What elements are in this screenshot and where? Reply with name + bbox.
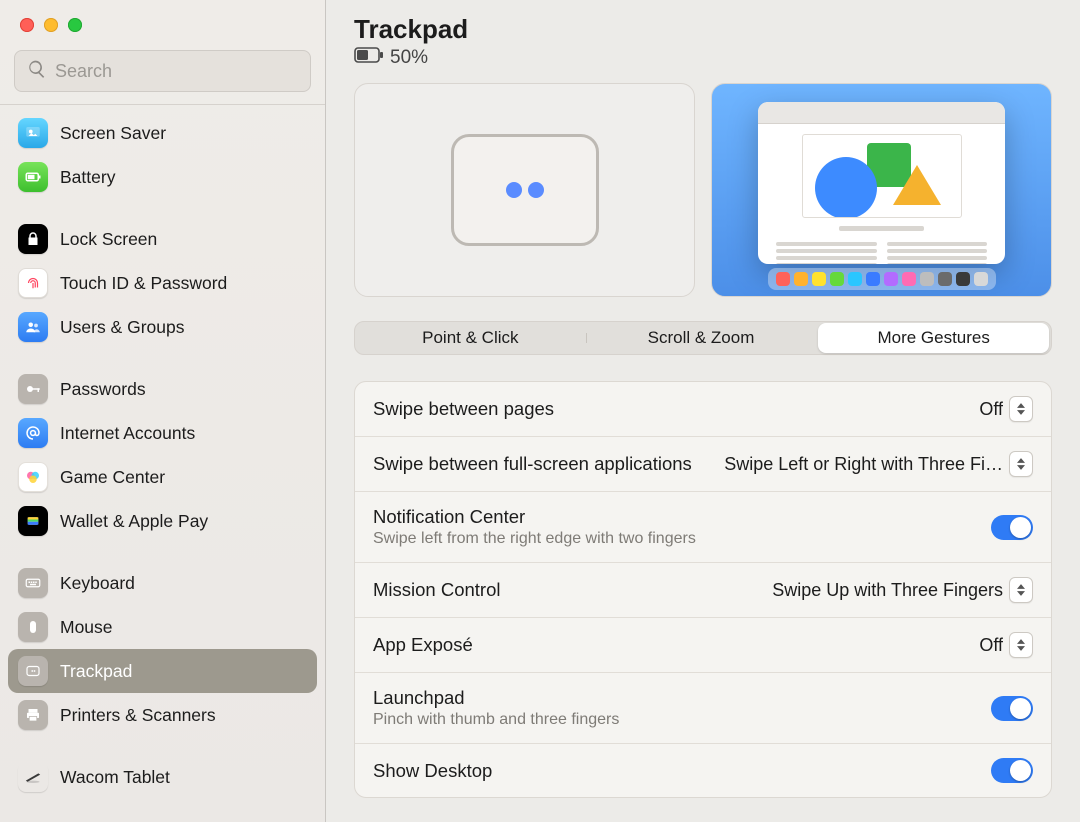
row-value: Off xyxy=(979,635,1003,656)
row-value: Swipe Up with Three Fingers xyxy=(772,580,1003,601)
mouse-icon xyxy=(18,612,48,642)
page-title: Trackpad xyxy=(354,14,1052,45)
sidebar-item-label: Screen Saver xyxy=(60,123,166,144)
fingerprint-icon xyxy=(18,268,48,298)
sidebar-item-mouse[interactable]: Mouse xyxy=(8,605,317,649)
sidebar-item-label: Users & Groups xyxy=(60,317,184,338)
sidebar-item-label: Touch ID & Password xyxy=(60,273,227,294)
row-swipe-pages: Swipe between pages Off xyxy=(355,382,1051,437)
sidebar-item-label: Wallet & Apple Pay xyxy=(60,511,208,532)
tab-more-gestures[interactable]: More Gestures xyxy=(818,323,1049,353)
toggle-switch[interactable] xyxy=(991,696,1033,721)
row-label: Mission Control xyxy=(373,579,754,601)
dock-graphic xyxy=(768,268,996,290)
toggle-switch[interactable] xyxy=(991,758,1033,783)
sidebar-item-label: Trackpad xyxy=(60,661,132,682)
trackpad-battery-indicator: 50% xyxy=(354,47,1052,69)
sidebar-item-battery[interactable]: Battery xyxy=(8,155,317,199)
sidebar-item-label: Printers & Scanners xyxy=(60,705,216,726)
sidebar-item-wacom-tablet[interactable]: Wacom Tablet xyxy=(8,755,317,799)
sidebar: Screen Saver Battery Lock Screen Touch I… xyxy=(0,0,326,822)
row-value: Swipe Left or Right with Three Fi… xyxy=(724,454,1003,475)
toggle-switch[interactable] xyxy=(991,515,1033,540)
content-area: Trackpad 50% xyxy=(326,0,1080,822)
close-window-button[interactable] xyxy=(20,18,34,32)
search-field[interactable] xyxy=(14,50,311,92)
sidebar-item-lock-screen[interactable]: Lock Screen xyxy=(8,217,317,261)
sidebar-item-label: Passwords xyxy=(60,379,146,400)
row-notification-center: Notification Center Swipe left from the … xyxy=(355,492,1051,563)
keyboard-icon xyxy=(18,568,48,598)
row-app-expose: App Exposé Off xyxy=(355,618,1051,673)
gesture-preview-desktop xyxy=(711,83,1052,297)
row-label: Swipe between full-screen applications xyxy=(373,453,706,475)
sidebar-item-internet-accounts[interactable]: Internet Accounts xyxy=(8,411,317,455)
users-icon xyxy=(18,312,48,342)
key-icon xyxy=(18,374,48,404)
settings-list: Swipe between pages Off Swipe between fu… xyxy=(354,381,1052,798)
popup-button[interactable] xyxy=(1009,451,1033,477)
search-icon xyxy=(27,59,55,84)
trackpad-graphic xyxy=(451,134,599,246)
sidebar-item-label: Keyboard xyxy=(60,573,135,594)
screen-saver-icon xyxy=(18,118,48,148)
sidebar-item-label: Lock Screen xyxy=(60,229,157,250)
sidebar-item-keyboard[interactable]: Keyboard xyxy=(8,561,317,605)
battery-icon xyxy=(18,162,48,192)
game-center-icon xyxy=(18,462,48,492)
zoom-window-button[interactable] xyxy=(68,18,82,32)
sidebar-item-label: Battery xyxy=(60,167,115,188)
window-traffic-lights xyxy=(0,0,325,32)
sidebar-item-label: Wacom Tablet xyxy=(60,767,170,788)
gesture-preview-trackpad xyxy=(354,83,695,297)
row-label: Swipe between pages xyxy=(373,398,961,420)
row-value: Off xyxy=(979,399,1003,420)
row-label: Launchpad xyxy=(373,687,973,709)
row-label: Show Desktop xyxy=(373,760,973,782)
sidebar-list: Screen Saver Battery Lock Screen Touch I… xyxy=(0,105,325,822)
row-label: Notification Center xyxy=(373,506,973,528)
tab-scroll-zoom[interactable]: Scroll & Zoom xyxy=(586,328,817,348)
sidebar-item-game-center[interactable]: Game Center xyxy=(8,455,317,499)
row-launchpad: Launchpad Pinch with thumb and three fin… xyxy=(355,673,1051,744)
row-subtitle: Swipe left from the right edge with two … xyxy=(373,530,973,548)
wallet-icon xyxy=(18,506,48,536)
printer-icon xyxy=(18,700,48,730)
row-swipe-fullscreen: Swipe between full-screen applications S… xyxy=(355,437,1051,492)
minimize-window-button[interactable] xyxy=(44,18,58,32)
tab-bar: Point & Click Scroll & Zoom More Gesture… xyxy=(354,321,1052,355)
sidebar-item-printers-scanners[interactable]: Printers & Scanners xyxy=(8,693,317,737)
search-input[interactable] xyxy=(55,61,298,82)
popup-button[interactable] xyxy=(1009,577,1033,603)
row-label: App Exposé xyxy=(373,634,961,656)
row-subtitle: Pinch with thumb and three fingers xyxy=(373,711,973,729)
sidebar-item-passwords[interactable]: Passwords xyxy=(8,367,317,411)
at-sign-icon xyxy=(18,418,48,448)
sidebar-item-users-groups[interactable]: Users & Groups xyxy=(8,305,317,349)
lock-icon xyxy=(18,224,48,254)
trackpad-icon xyxy=(18,656,48,686)
popup-button[interactable] xyxy=(1009,632,1033,658)
row-mission-control: Mission Control Swipe Up with Three Fing… xyxy=(355,563,1051,618)
sidebar-item-screen-saver[interactable]: Screen Saver xyxy=(8,111,317,155)
tablet-icon xyxy=(18,762,48,792)
battery-icon xyxy=(354,47,384,69)
row-show-desktop: Show Desktop xyxy=(355,744,1051,797)
sidebar-item-label: Game Center xyxy=(60,467,165,488)
sidebar-item-label: Mouse xyxy=(60,617,113,638)
tab-point-click[interactable]: Point & Click xyxy=(355,328,586,348)
sidebar-item-touch-id[interactable]: Touch ID & Password xyxy=(8,261,317,305)
popup-button[interactable] xyxy=(1009,396,1033,422)
sidebar-item-trackpad[interactable]: Trackpad xyxy=(8,649,317,693)
battery-percent: 50% xyxy=(390,47,428,69)
sidebar-item-label: Internet Accounts xyxy=(60,423,195,444)
sidebar-item-wallet-applepay[interactable]: Wallet & Apple Pay xyxy=(8,499,317,543)
